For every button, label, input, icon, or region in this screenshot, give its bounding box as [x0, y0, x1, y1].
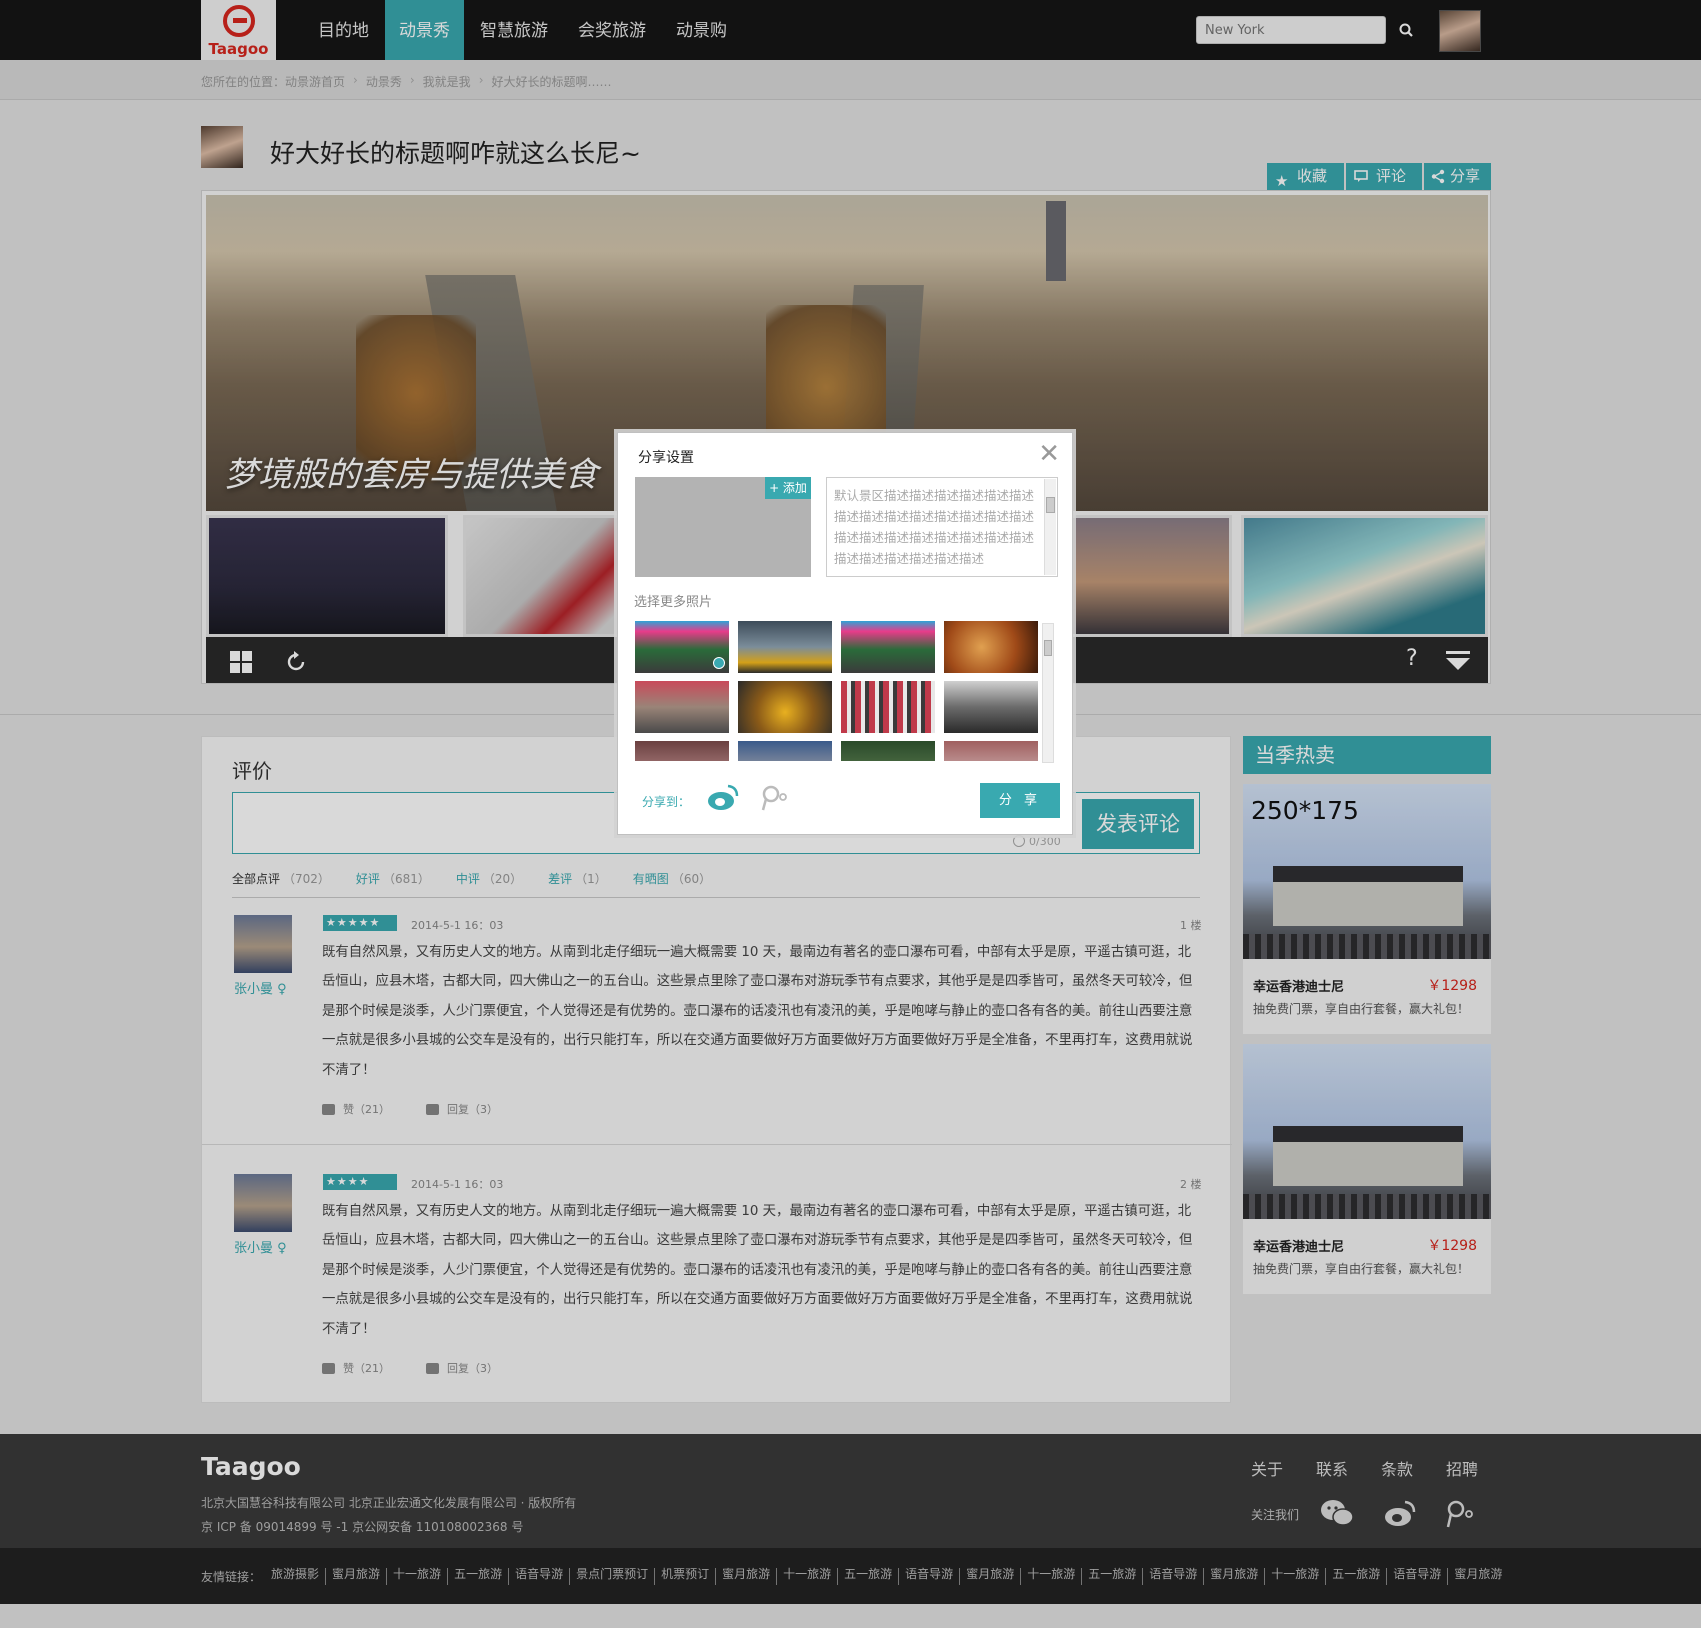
photo-option[interactable] — [635, 741, 729, 761]
share-settings-modal: 分享设置 ✕ + 添加 默认景区描述描述描述描述描述描述描述描述描述描述描述描述… — [617, 432, 1073, 835]
share-to-label: 分享到： — [642, 795, 691, 809]
photo-grid-scrollbar[interactable] — [1042, 623, 1054, 763]
photo-picker-grid — [635, 621, 1045, 761]
more-photos-label: 选择更多照片 — [634, 595, 713, 610]
photo-option[interactable] — [841, 681, 935, 733]
tencent-weibo-icon[interactable] — [760, 783, 790, 811]
photo-option[interactable] — [635, 681, 729, 733]
photo-option[interactable] — [738, 741, 832, 761]
weibo-icon[interactable] — [706, 783, 740, 811]
scrollbar-thumb[interactable] — [1046, 497, 1055, 513]
share-image-preview: + 添加 — [635, 477, 811, 577]
share-description-textarea[interactable]: 默认景区描述描述描述描述描述描述描述描述描述描述描述描述描述描述描述描述描述描述… — [826, 477, 1058, 577]
description-scrollbar[interactable] — [1044, 479, 1056, 575]
share-description-text: 默认景区描述描述描述描述描述描述描述描述描述描述描述描述描述描述描述描述描述描述… — [834, 488, 1035, 566]
photo-option[interactable] — [738, 681, 832, 733]
photo-option[interactable] — [841, 621, 935, 673]
share-submit-button[interactable]: 分 享 — [980, 783, 1060, 818]
add-image-button[interactable]: + 添加 — [765, 477, 811, 499]
modal-title: 分享设置 — [638, 450, 694, 466]
photo-option[interactable] — [841, 741, 935, 761]
photo-option[interactable] — [944, 741, 1038, 761]
photo-option[interactable] — [738, 621, 832, 673]
photo-option[interactable] — [944, 681, 1038, 733]
check-icon — [713, 657, 725, 669]
scrollbar-thumb[interactable] — [1044, 640, 1052, 656]
photo-option[interactable] — [944, 621, 1038, 673]
photo-option[interactable] — [635, 621, 729, 673]
close-icon[interactable]: ✕ — [1038, 441, 1060, 467]
